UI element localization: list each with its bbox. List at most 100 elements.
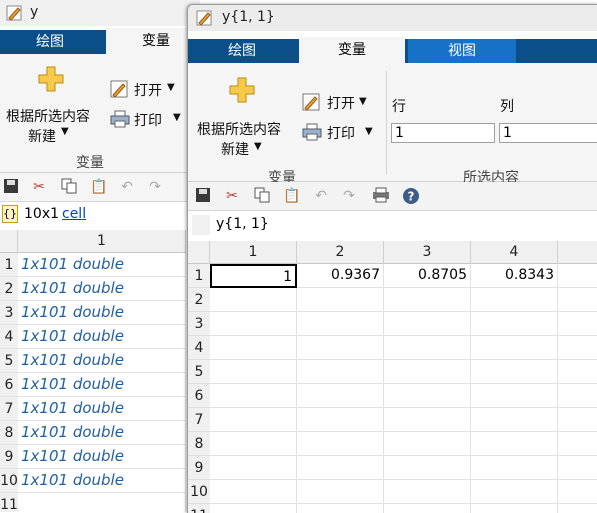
table-cell[interactable]: 1x101 double bbox=[18, 421, 186, 445]
table-cell[interactable] bbox=[471, 408, 558, 432]
row-header[interactable]: 9 bbox=[188, 456, 210, 480]
table-cell[interactable] bbox=[297, 408, 384, 432]
title-bar[interactable]: y bbox=[0, 0, 200, 26]
table-cell[interactable]: 1x101 double bbox=[18, 253, 186, 277]
column-header-4[interactable]: 4 bbox=[471, 241, 558, 264]
help-icon[interactable]: ? bbox=[402, 187, 420, 205]
row-header[interactable]: 4 bbox=[0, 325, 18, 349]
undo-icon[interactable]: ↶ bbox=[312, 187, 330, 205]
column-index-field[interactable] bbox=[499, 123, 597, 143]
column-header-5[interactable] bbox=[558, 241, 597, 264]
row-header[interactable]: 5 bbox=[0, 349, 18, 373]
title-bar[interactable]: y{1, 1} bbox=[188, 5, 597, 31]
redo-icon[interactable]: ↷ bbox=[146, 178, 164, 196]
table-cell[interactable] bbox=[297, 360, 384, 384]
table-cell[interactable] bbox=[384, 456, 471, 480]
corner-header[interactable] bbox=[188, 241, 210, 264]
redo-icon[interactable]: ↷ bbox=[340, 187, 358, 205]
table-cell[interactable]: 1x101 double bbox=[18, 445, 186, 469]
table-cell[interactable] bbox=[210, 384, 297, 408]
tab-variable[interactable]: 变量 bbox=[106, 28, 200, 55]
row-header[interactable]: 2 bbox=[0, 277, 18, 301]
table-cell[interactable] bbox=[558, 480, 597, 504]
table-cell[interactable] bbox=[210, 408, 297, 432]
table-cell[interactable] bbox=[210, 432, 297, 456]
table-cell[interactable] bbox=[384, 408, 471, 432]
row-header[interactable]: 1 bbox=[188, 264, 210, 288]
table-cell[interactable]: 1x101 double bbox=[18, 277, 186, 301]
table-cell[interactable]: 1x101 double bbox=[18, 349, 186, 373]
table-cell[interactable] bbox=[471, 312, 558, 336]
table-cell[interactable]: 1x101 double bbox=[18, 373, 186, 397]
row-header[interactable]: 3 bbox=[0, 301, 18, 325]
table-cell[interactable] bbox=[384, 360, 471, 384]
table-cell[interactable] bbox=[471, 288, 558, 312]
copy-icon[interactable] bbox=[253, 187, 271, 205]
table-cell[interactable] bbox=[558, 336, 597, 360]
column-header-2[interactable]: 2 bbox=[297, 241, 384, 264]
table-cell[interactable]: 1x101 double bbox=[18, 301, 186, 325]
save-icon[interactable] bbox=[194, 187, 212, 205]
table-cell[interactable] bbox=[471, 432, 558, 456]
path-back-box[interactable] bbox=[192, 215, 210, 235]
table-cell[interactable] bbox=[297, 432, 384, 456]
selected-cell[interactable]: 1 bbox=[210, 264, 297, 288]
cut-icon[interactable]: ✂ bbox=[30, 178, 48, 196]
table-cell[interactable] bbox=[384, 312, 471, 336]
table-cell[interactable] bbox=[384, 336, 471, 360]
row-header[interactable]: 11 bbox=[0, 493, 18, 512]
table-cell[interactable] bbox=[558, 456, 597, 480]
table-cell[interactable] bbox=[471, 480, 558, 504]
column-header-3[interactable]: 3 bbox=[384, 241, 471, 264]
table-cell[interactable] bbox=[558, 432, 597, 456]
table-cell[interactable] bbox=[297, 384, 384, 408]
table-cell[interactable] bbox=[558, 288, 597, 312]
table-cell[interactable] bbox=[558, 384, 597, 408]
table-cell[interactable] bbox=[558, 312, 597, 336]
undo-icon[interactable]: ↶ bbox=[118, 178, 136, 196]
table-cell[interactable] bbox=[210, 336, 297, 360]
table-cell[interactable] bbox=[210, 288, 297, 312]
table-cell[interactable] bbox=[471, 384, 558, 408]
table-cell[interactable] bbox=[471, 360, 558, 384]
row-header[interactable]: 9 bbox=[0, 445, 18, 469]
table-cell[interactable] bbox=[297, 336, 384, 360]
row-header[interactable]: 6 bbox=[0, 373, 18, 397]
row-index-field[interactable] bbox=[391, 123, 495, 143]
row-header[interactable]: 10 bbox=[188, 480, 210, 504]
table-cell[interactable] bbox=[558, 408, 597, 432]
row-header[interactable]: 7 bbox=[188, 408, 210, 432]
table-cell[interactable] bbox=[384, 432, 471, 456]
table-cell[interactable] bbox=[297, 456, 384, 480]
table-cell[interactable] bbox=[297, 312, 384, 336]
table-cell[interactable]: 0.8705 bbox=[384, 264, 471, 288]
row-header[interactable]: 4 bbox=[188, 336, 210, 360]
row-header[interactable]: 3 bbox=[188, 312, 210, 336]
paste-icon[interactable]: 📋 bbox=[90, 178, 108, 196]
save-icon[interactable] bbox=[2, 178, 20, 196]
tab-view[interactable]: 视图 bbox=[408, 39, 516, 63]
tab-plots[interactable]: 绘图 bbox=[0, 30, 100, 54]
column-header-1[interactable]: 1 bbox=[210, 241, 297, 264]
tab-plots[interactable]: 绘图 bbox=[188, 39, 296, 63]
table-cell[interactable] bbox=[297, 288, 384, 312]
column-header-1[interactable]: 1 bbox=[18, 230, 186, 253]
corner-header[interactable] bbox=[0, 230, 18, 253]
table-cell[interactable] bbox=[210, 360, 297, 384]
table-cell[interactable] bbox=[297, 480, 384, 504]
table-cell[interactable] bbox=[210, 312, 297, 336]
table-cell[interactable] bbox=[471, 456, 558, 480]
table-cell[interactable] bbox=[471, 336, 558, 360]
table-cell[interactable]: 0.9367 bbox=[297, 264, 384, 288]
print-preview-icon[interactable] bbox=[372, 187, 390, 205]
table-cell[interactable]: 1x101 double bbox=[18, 469, 186, 493]
table-cell[interactable]: 1x101 double bbox=[18, 325, 186, 349]
table-cell[interactable] bbox=[210, 456, 297, 480]
table-cell[interactable] bbox=[558, 264, 597, 288]
row-header[interactable]: 6 bbox=[188, 384, 210, 408]
table-cell[interactable] bbox=[384, 384, 471, 408]
table-cell[interactable] bbox=[18, 493, 186, 512]
row-header[interactable]: 8 bbox=[0, 421, 18, 445]
row-header[interactable]: 10 bbox=[0, 469, 18, 493]
row-header[interactable]: 1 bbox=[0, 253, 18, 277]
